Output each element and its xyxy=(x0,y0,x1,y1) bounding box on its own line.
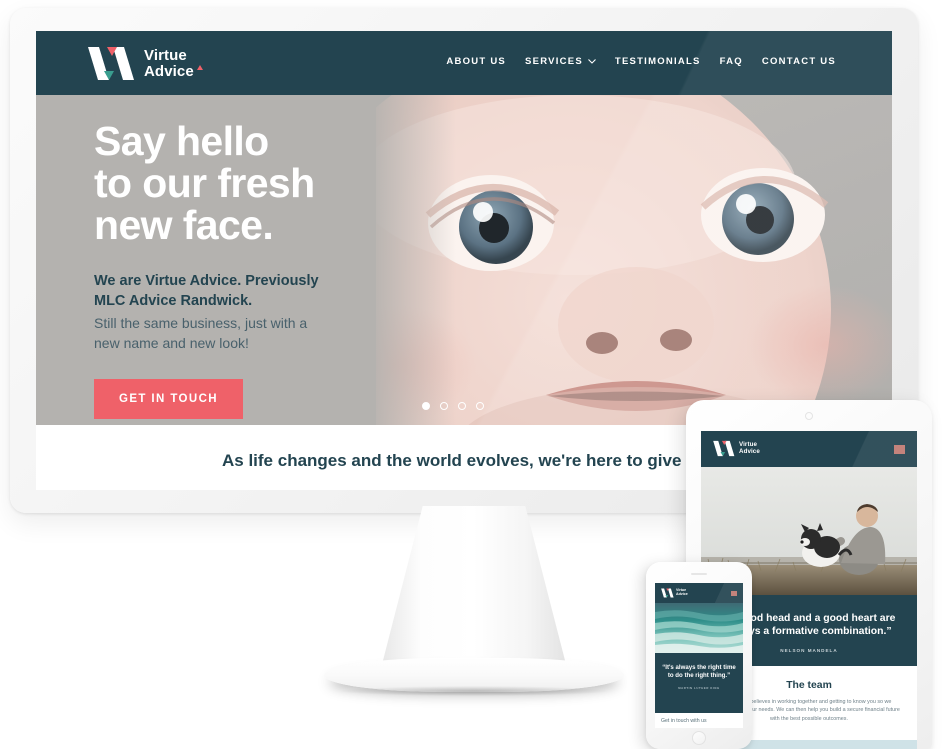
nav-label: SERVICES xyxy=(525,56,583,67)
hero-title-line-2: to our fresh xyxy=(94,159,315,206)
tablet-logo-wordmark: Virtue Advice xyxy=(739,441,760,455)
phone-hero-photo-ocean xyxy=(655,603,743,653)
phone-logo-line-2: Advice xyxy=(676,592,688,596)
nav-item-contact-us[interactable]: CONTACT US xyxy=(762,56,836,67)
hero-subtitle: Still the same business, just with a new… xyxy=(94,314,394,353)
nav-item-testimonials[interactable]: TESTIMONIALS xyxy=(615,56,701,67)
get-in-touch-button[interactable]: GET IN TOUCH xyxy=(94,379,244,420)
nav-label: ABOUT US xyxy=(446,56,507,67)
nav-item-about-us[interactable]: ABOUT US xyxy=(446,56,506,67)
tablet-logo[interactable]: Virtue Advice xyxy=(713,440,760,457)
hero-content: Say hello to our fresh new face. We are … xyxy=(94,118,394,420)
monitor-stand-neck xyxy=(379,506,569,676)
hero-subtitle-strong-line-1: We are Virtue Advice. Previously xyxy=(94,273,319,290)
nav-label: TESTIMONIALS xyxy=(614,56,701,67)
phone-device: Virtue Advice “It's always the right tim… xyxy=(646,562,752,749)
phone-contact-link[interactable]: Get in touch with us xyxy=(661,718,707,724)
virtue-advice-logo-icon xyxy=(713,440,735,457)
logo-wordmark: Virtue Advice xyxy=(144,48,203,79)
nav-label: CONTACT US xyxy=(761,56,836,67)
virtue-advice-logo-icon xyxy=(88,47,134,80)
site-header: Virtue Advice ABOUT US SERVICES TESTIMON… xyxy=(36,31,892,95)
hero-banner: Say hello to our fresh new face. We are … xyxy=(36,95,892,425)
hero-title: Say hello to our fresh new face. xyxy=(94,118,394,248)
hamburger-icon[interactable] xyxy=(894,445,905,454)
chevron-down-icon xyxy=(588,59,596,64)
hamburger-icon[interactable] xyxy=(731,591,737,596)
logo[interactable]: Virtue Advice xyxy=(88,45,203,82)
virtue-advice-logo-icon xyxy=(661,588,674,598)
phone-site-header: Virtue Advice xyxy=(655,583,743,603)
trademark-triangle-icon xyxy=(196,64,203,70)
carousel-dot-4[interactable] xyxy=(476,402,484,410)
nav-item-services[interactable]: SERVICES xyxy=(525,56,596,67)
hero-subtitle-strong-line-2: MLC Advice Randwick. xyxy=(94,292,253,309)
tablet-site-header: Virtue Advice xyxy=(701,431,917,467)
phone-quote-text: “It's always the right time to do the ri… xyxy=(662,664,736,680)
carousel-dot-2[interactable] xyxy=(440,402,448,410)
monitor-base-shadow xyxy=(340,686,608,696)
carousel-dot-1[interactable] xyxy=(422,402,430,410)
hero-title-line-1: Say hello xyxy=(94,118,269,164)
phone-quote-author: MARTIN LUTHER KING xyxy=(678,686,720,691)
carousel-dots xyxy=(422,402,484,410)
nav-label: FAQ xyxy=(719,56,743,67)
hero-title-line-3: new face. xyxy=(94,201,274,248)
phone-quote-block: “It's always the right time to do the ri… xyxy=(655,653,743,700)
logo-line-2: Advice xyxy=(144,62,194,80)
main-navigation: ABOUT US SERVICES TESTIMONIALS FAQ CONTA… xyxy=(446,56,836,67)
carousel-dot-3[interactable] xyxy=(458,402,466,410)
phone-home-button[interactable] xyxy=(692,731,706,745)
phone-speaker xyxy=(691,573,707,575)
logo-line-1: Virtue xyxy=(144,46,187,64)
tablet-home-button[interactable] xyxy=(805,412,813,420)
hero-subtitle-line-1: Still the same business, just with a xyxy=(94,315,308,332)
phone-logo-wordmark: Virtue Advice xyxy=(676,588,688,597)
nav-item-faq[interactable]: FAQ xyxy=(720,56,743,67)
phone-footer: Get in touch with us xyxy=(655,713,743,728)
hero-subtitle-strong: We are Virtue Advice. Previously MLC Adv… xyxy=(94,272,394,311)
responsive-device-mockup: Virtue Advice ABOUT US SERVICES TESTIMON… xyxy=(0,0,948,749)
phone-logo[interactable]: Virtue Advice xyxy=(661,588,688,598)
hero-subtitle-line-2: new name and new look! xyxy=(94,334,249,351)
phone-screen: Virtue Advice “It's always the right tim… xyxy=(655,583,743,728)
tablet-logo-line-2: Advice xyxy=(739,447,760,455)
